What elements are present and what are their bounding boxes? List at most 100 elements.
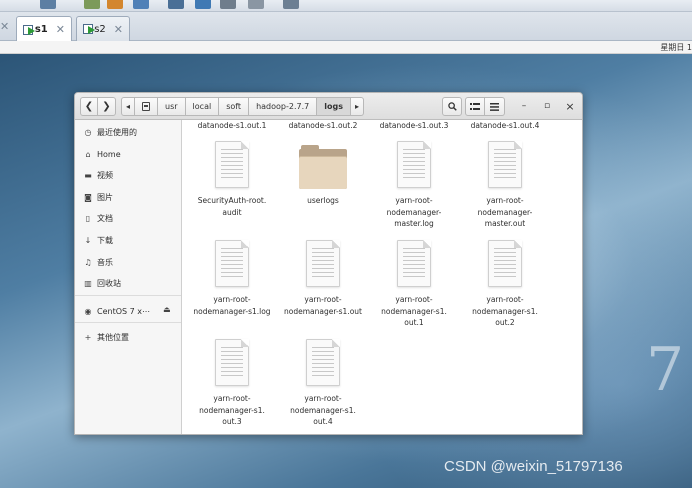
vm-running-icon — [23, 24, 35, 36]
toolbar-button[interactable] — [168, 0, 184, 9]
file-name: yarn-root-nodemanager-master.log — [386, 196, 442, 228]
file-item[interactable]: yarn-root-nodemanager-s1. out.2 — [462, 294, 548, 329]
text-file-icon[interactable] — [306, 339, 340, 386]
text-file-icon[interactable] — [488, 240, 522, 287]
sidebar-item-label: 最近使用的 — [97, 127, 137, 137]
toolbar-button[interactable] — [40, 0, 56, 9]
sidebar-item-label: 其他位置 — [97, 332, 129, 342]
sidebar-separator — [75, 322, 181, 323]
path-segment-usr[interactable]: usr — [158, 97, 186, 116]
sidebar-item-home[interactable]: ⌂ Home — [83, 147, 121, 161]
file-name: yarn-root-nodemanager-s1. out.4 — [290, 394, 356, 426]
maximize-button[interactable]: ▫ — [540, 99, 554, 113]
file-item[interactable]: yarn-root-nodemanager-master.out — [462, 195, 548, 230]
close-icon[interactable]: ✕ — [0, 20, 9, 33]
folder-icon[interactable] — [299, 145, 347, 189]
sidebar-item-label: 音乐 — [97, 257, 113, 267]
tab-s1[interactable]: s1 ✕ — [16, 16, 72, 42]
sidebar-item-pictures[interactable]: ◙ 图片 — [83, 190, 113, 204]
text-file-icon[interactable] — [215, 339, 249, 386]
path-root-button[interactable] — [135, 97, 159, 116]
file-name: datanode-s1.out.4 — [470, 121, 540, 130]
wallpaper-logo: 7 — [646, 335, 685, 405]
sidebar-item-other-locations[interactable]: + 其他位置 — [83, 330, 129, 344]
close-button[interactable]: × — [563, 99, 577, 113]
path-scroll-left-button[interactable]: ◂ — [121, 97, 136, 116]
trash-icon: ▥ — [84, 278, 92, 288]
close-icon[interactable]: ✕ — [56, 23, 65, 36]
path-segment-local[interactable]: local — [185, 97, 220, 116]
sidebar-item-recent[interactable]: ◷ 最近使用的 — [83, 125, 138, 139]
file-item[interactable]: yarn-root-nodemanager-s1. out.4 — [280, 393, 366, 428]
sidebar-item-label: Home — [97, 149, 121, 159]
tab-s2[interactable]: s2 ✕ — [76, 16, 130, 41]
text-file-icon[interactable] — [397, 141, 431, 188]
file-item[interactable]: yarn-root-nodemanager-s1.out — [280, 294, 366, 317]
eject-icon[interactable]: ⏏ — [163, 305, 171, 314]
desktop-top-bar: 星期日 1 — [0, 41, 692, 54]
back-button[interactable]: ❮ — [80, 97, 98, 116]
menu-button[interactable] — [485, 97, 505, 116]
file-item[interactable]: yarn-root-nodemanager-master.log — [371, 195, 457, 230]
header-bar: ❮ ❯ ◂ usr local soft hadoop-2.7.7 logs ▸… — [75, 93, 582, 120]
tab-label: s2 — [94, 23, 106, 35]
toolbar-button[interactable] — [84, 0, 100, 9]
file-name: yarn-root-nodemanager-s1. out.1 — [381, 295, 447, 327]
sidebar-item-trash[interactable]: ▥ 回收站 — [83, 276, 121, 290]
toolbar-button[interactable] — [107, 0, 123, 9]
file-name: yarn-root-nodemanager-s1. out.3 — [199, 394, 265, 426]
sidebar-item-documents[interactable]: ▯ 文档 — [83, 211, 113, 225]
host-toolbar — [0, 0, 692, 12]
toolbar-button[interactable] — [248, 0, 264, 9]
file-item[interactable]: datanode-s1.out.1 — [189, 120, 275, 132]
list-view-icon — [470, 102, 480, 110]
file-item[interactable]: yarn-root-nodemanager-s1. out.1 — [371, 294, 457, 329]
document-icon: ▯ — [85, 213, 91, 223]
path-scroll-right-button[interactable]: ▸ — [350, 97, 364, 116]
drive-icon — [142, 102, 151, 111]
watermark: CSDN @weixin_51797136 — [444, 458, 623, 475]
chevron-right-icon: ❯ — [102, 101, 111, 112]
text-file-icon[interactable] — [306, 240, 340, 287]
file-name: yarn-root-nodemanager-s1. out.2 — [472, 295, 538, 327]
download-icon: ↓ — [84, 235, 92, 245]
text-file-icon[interactable] — [215, 141, 249, 188]
close-icon[interactable]: ✕ — [114, 23, 123, 36]
path-segment-soft[interactable]: soft — [219, 97, 250, 116]
file-item[interactable]: datanode-s1.out.3 — [371, 120, 457, 132]
clock-icon: ◷ — [84, 127, 92, 137]
toolbar-button[interactable] — [195, 0, 211, 9]
sidebar-item-music[interactable]: ♫ 音乐 — [83, 255, 113, 269]
file-item[interactable]: yarn-root-nodemanager-s1.log — [189, 294, 275, 317]
path-segment-logs[interactable]: logs — [317, 97, 351, 116]
text-file-icon[interactable] — [397, 240, 431, 287]
sidebar-item-centos-disc[interactable]: ◉ CentOS 7 x⋯ — [83, 304, 151, 318]
sidebar-item-label: 视频 — [97, 170, 113, 180]
file-item[interactable]: userlogs — [280, 195, 366, 207]
text-file-icon[interactable] — [215, 240, 249, 287]
path-segment-hadoop[interactable]: hadoop-2.7.7 — [249, 97, 318, 116]
view-toggle-button[interactable] — [465, 97, 485, 116]
vm-running-icon — [83, 23, 95, 35]
home-icon: ⌂ — [85, 149, 91, 159]
sidebar-item-downloads[interactable]: ↓ 下载 — [83, 233, 113, 247]
file-item[interactable]: SecurityAuth-root. audit — [189, 195, 275, 218]
toolbar-button[interactable] — [283, 0, 299, 9]
forward-button[interactable]: ❯ — [98, 97, 116, 116]
vm-tab-bar: ✕ s1 ✕ s2 ✕ — [0, 12, 692, 42]
toolbar-button[interactable] — [220, 0, 236, 9]
file-grid: datanode-s1.out.1 datanode-s1.out.2 data… — [183, 120, 582, 434]
text-file-icon[interactable] — [488, 141, 522, 188]
file-item[interactable]: datanode-s1.out.4 — [462, 120, 548, 132]
minimize-button[interactable]: – — [517, 99, 531, 113]
toolbar-button[interactable] — [133, 0, 149, 9]
search-button[interactable] — [442, 97, 462, 116]
clock[interactable]: 星期日 1 — [660, 42, 692, 53]
triangle-right-icon: ▸ — [354, 102, 359, 111]
sidebar-separator — [75, 295, 181, 296]
file-item[interactable]: yarn-root-nodemanager-s1. out.3 — [189, 393, 275, 428]
file-item[interactable]: datanode-s1.out.2 — [280, 120, 366, 132]
sidebar-item-videos[interactable]: ▬ 视频 — [83, 168, 113, 182]
plus-icon: + — [84, 332, 92, 342]
file-name: datanode-s1.out.1 — [197, 121, 267, 130]
